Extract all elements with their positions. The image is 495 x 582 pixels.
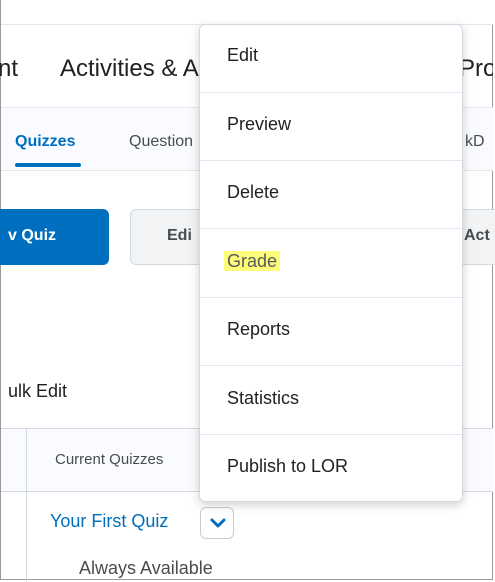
edit-categories-button[interactable]: Edi (130, 209, 210, 265)
menu-item-publish-to-lor[interactable]: Publish to LOR (200, 435, 462, 501)
tab-quizzes[interactable]: Quizzes (15, 133, 75, 151)
quiz-availability: Always Available (79, 558, 213, 578)
menu-item-edit[interactable]: Edit (200, 25, 462, 93)
new-quiz-button[interactable]: v Quiz (0, 209, 109, 265)
table-column-divider (26, 428, 27, 582)
column-header-current-quizzes: Current Quizzes (55, 451, 164, 468)
menu-item-label: Grade (224, 251, 281, 272)
nav-item-activities[interactable]: Activities & A (60, 55, 199, 83)
tab-active-indicator (15, 163, 81, 167)
menu-item-grade[interactable]: Grade (200, 230, 462, 298)
tab-fragment-right[interactable]: kD (465, 133, 485, 151)
edit-categories-label: Edi (167, 227, 192, 244)
menu-item-reports[interactable]: Reports (200, 298, 462, 366)
chevron-down-icon (210, 518, 226, 528)
nav-item-fragment-left[interactable]: nt (0, 55, 18, 83)
menu-item-label: Reports (227, 319, 291, 339)
highlighted-text: Grade (224, 251, 281, 271)
menu-item-label: Preview (227, 114, 292, 134)
menu-item-statistics[interactable]: Statistics (200, 367, 462, 435)
top-bar (1, 0, 494, 25)
menu-item-label: Edit (227, 45, 259, 65)
menu-item-preview[interactable]: Preview (200, 93, 462, 161)
tab-question-library[interactable]: Question (129, 133, 193, 151)
menu-item-label: Delete (227, 182, 280, 202)
bulk-edit-button[interactable]: ulk Edit (8, 381, 67, 402)
more-actions-label: Act (464, 227, 490, 244)
nav-item-fragment-right[interactable]: Pro (459, 55, 493, 83)
new-quiz-label: v Quiz (8, 227, 57, 244)
menu-item-delete[interactable]: Delete (200, 161, 462, 229)
menu-item-label: Publish to LOR (227, 456, 349, 476)
menu-item-label: Statistics (227, 388, 300, 408)
quiz-actions-dropdown-button[interactable] (200, 507, 234, 539)
quiz-title-link[interactable]: Your First Quiz (50, 511, 168, 532)
quiz-context-menu: Edit Preview Delete Grade Reports Statis… (199, 24, 463, 502)
